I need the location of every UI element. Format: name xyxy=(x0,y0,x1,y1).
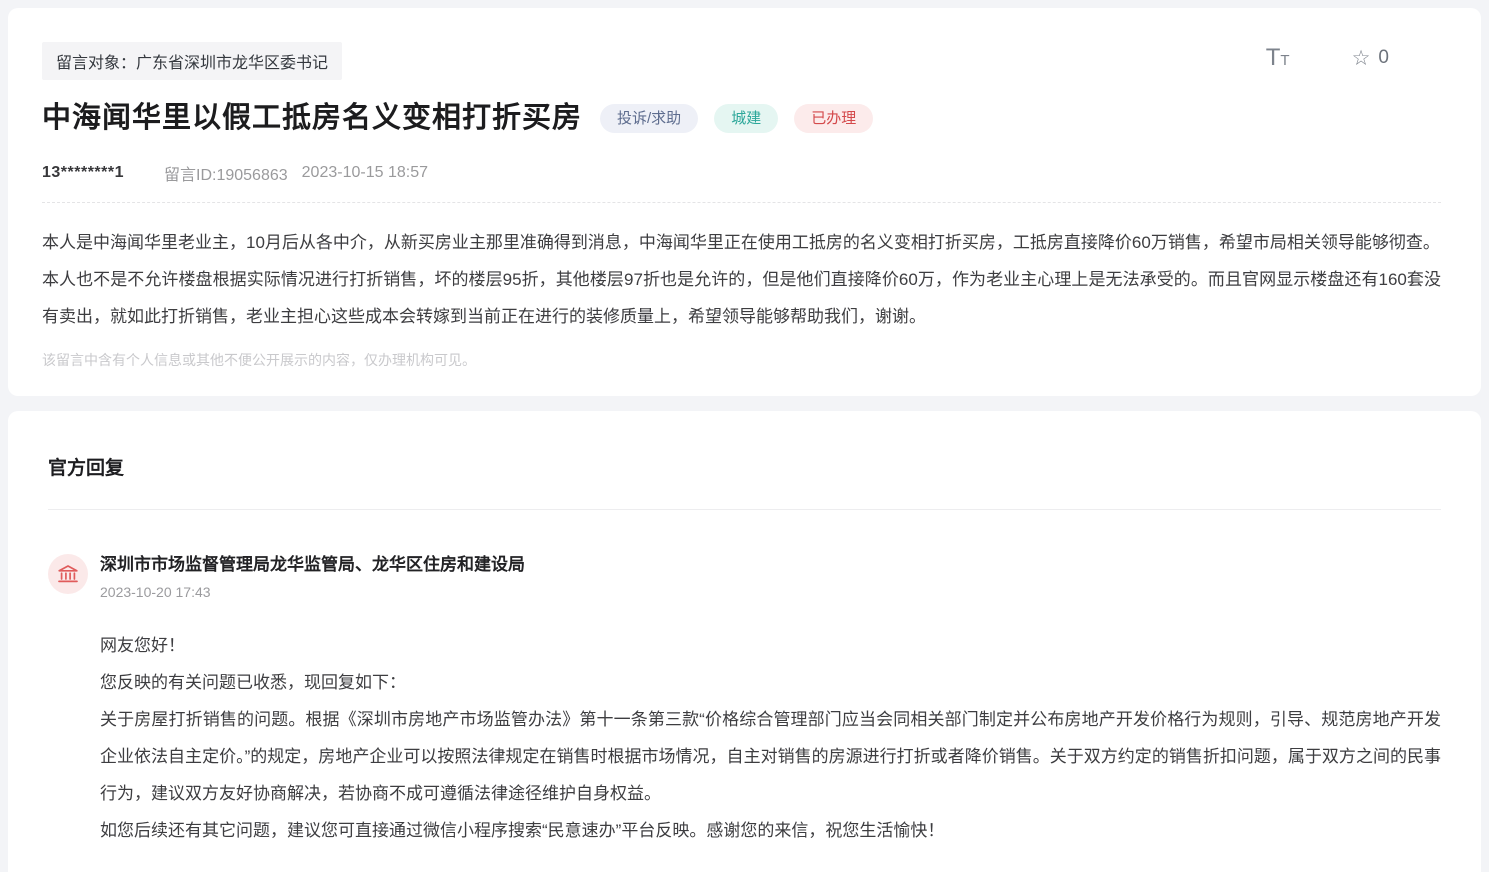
star-icon: ☆ xyxy=(1352,48,1371,69)
message-target-label: 留言对象：广东省深圳市龙华区委书记 xyxy=(42,42,342,80)
reply-paragraph: 您反映的有关问题已收悉，现回复如下： xyxy=(100,664,1441,701)
message-meta-row: 13********1 留言ID:19056863 2023-10-15 18:… xyxy=(42,161,1441,185)
reply-paragraph: 如您后续还有其它问题，建议您可直接通过微信小程序搜索“民意速办”平台反映。感谢您… xyxy=(100,812,1441,849)
reply-section-title: 官方回复 xyxy=(48,453,1441,480)
official-reply-card: 官方回复 深圳市市场监督管理局龙华监管局、龙华区住房和建设局 2023-10-2… xyxy=(8,411,1481,872)
government-building-icon xyxy=(56,562,80,586)
star-button[interactable]: ☆ 0 xyxy=(1352,47,1389,69)
dashed-divider xyxy=(42,202,1441,203)
masked-username: 13********1 xyxy=(42,164,124,182)
reply-body: 网友您好！ 您反映的有关问题已收悉，现回复如下： 关于房屋打折销售的问题。根据《… xyxy=(100,627,1441,849)
font-size-toggle[interactable]: TT xyxy=(1266,46,1290,70)
message-paragraph: 本人是中海闻华里老业主，10月后从各中介，从新买房业主那里准确得到消息，中海闻华… xyxy=(42,224,1441,261)
message-card-header: 留言对象：广东省深圳市龙华区委书记 TT ☆ 0 xyxy=(42,42,1441,80)
section-divider xyxy=(48,509,1441,510)
tag-status-badge: 已办理 xyxy=(794,104,873,134)
message-paragraph: 本人也不是不允许楼盘根据实际情况进行打折销售，坏的楼层95折，其他楼层97折也是… xyxy=(42,261,1441,335)
message-card: 留言对象：广东省深圳市龙华区委书记 TT ☆ 0 中海闻华里以假工抵房名义变相打… xyxy=(8,8,1481,396)
agency-avatar xyxy=(48,554,88,594)
title-row: 中海闻华里以假工抵房名义变相打折买房 投诉/求助 城建 已办理 xyxy=(42,102,1441,135)
reply-paragraph: 网友您好！ xyxy=(100,627,1441,664)
font-size-icon: T xyxy=(1266,44,1281,71)
message-title: 中海闻华里以假工抵房名义变相打折买房 xyxy=(42,102,582,135)
page: 留言对象：广东省深圳市龙华区委书记 TT ☆ 0 中海闻华里以假工抵房名义变相打… xyxy=(0,0,1489,872)
message-id: 留言ID:19056863 xyxy=(164,161,288,185)
agency-name: 深圳市市场监督管理局龙华监管局、龙华区住房和建设局 xyxy=(100,554,1441,576)
reply-datetime: 2023-10-20 17:43 xyxy=(100,584,1441,600)
tag-category: 城建 xyxy=(714,104,778,134)
message-datetime: 2023-10-15 18:57 xyxy=(302,164,428,182)
star-count: 0 xyxy=(1378,47,1389,69)
message-body: 本人是中海闻华里老业主，10月后从各中介，从新买房业主那里准确得到消息，中海闻华… xyxy=(42,224,1441,335)
reply-item: 深圳市市场监督管理局龙华监管局、龙华区住房和建设局 2023-10-20 17:… xyxy=(48,554,1441,849)
privacy-note: 该留言中含有个人信息或其他不便公开展示的内容，仅办理机构可见。 xyxy=(42,350,1441,370)
header-actions: TT ☆ 0 xyxy=(1266,46,1389,70)
reply-main: 深圳市市场监督管理局龙华监管局、龙华区住房和建设局 2023-10-20 17:… xyxy=(100,554,1441,849)
tag-complaint-type: 投诉/求助 xyxy=(600,104,698,134)
reply-paragraph: 关于房屋打折销售的问题。根据《深圳市房地产市场监管办法》第十一条第三款“价格综合… xyxy=(100,701,1441,812)
